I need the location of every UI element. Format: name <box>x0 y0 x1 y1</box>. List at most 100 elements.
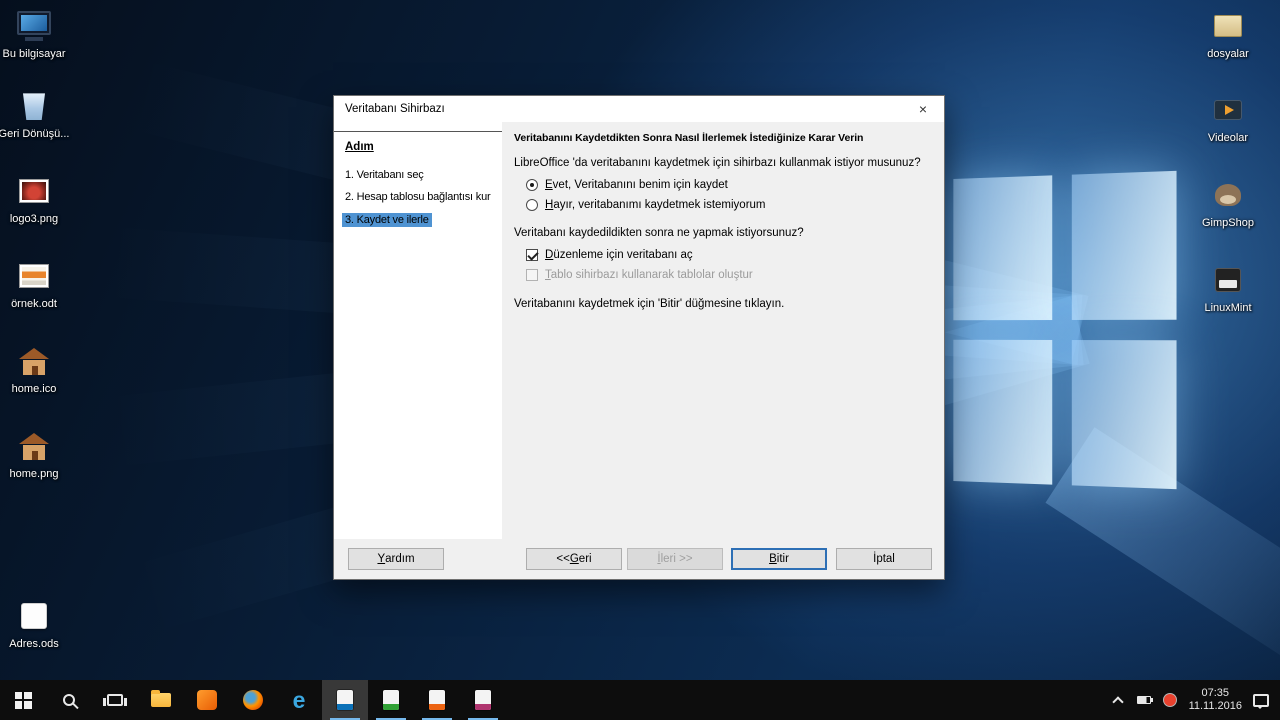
desktop-icon-home-ico[interactable]: home.ico <box>0 343 70 396</box>
desktop-icon-label: Geri Dönüşü... <box>0 128 70 140</box>
steps-header: Adım <box>345 141 374 153</box>
file-explorer-button[interactable] <box>138 680 184 720</box>
task-view-icon <box>103 694 127 706</box>
radio-button[interactable] <box>526 199 538 211</box>
windows-logo-pane <box>953 339 1053 485</box>
checkbox-open-for-editing[interactable]: Düzenleme için veritabanı aç <box>526 249 932 261</box>
next-button-disabled[interactable]: İleri >> <box>627 548 723 570</box>
checkbox-label: Tablo sihirbazı kullanarak tablolar oluş… <box>545 269 753 281</box>
radio-button-selected[interactable] <box>526 179 538 191</box>
task-view-button[interactable] <box>92 680 138 720</box>
finish-button[interactable]: Bitir <box>731 548 827 570</box>
windows-logo-pane <box>1071 340 1177 490</box>
desktop-icon-label: GimpShop <box>1202 217 1254 229</box>
dialog-body: Adım 1. Veritabanı seç 2. Hesap tablosu … <box>334 122 944 539</box>
clock-time: 07:35 <box>1201 687 1230 699</box>
desktop-icon-label: home.png <box>9 468 59 480</box>
taskbar: e 07:35 11.11.2016 <box>0 680 1280 720</box>
radio-register-yes[interactable]: Evet, Veritabanını benim için kaydet <box>526 179 932 191</box>
desktop-icon-adres-ods[interactable]: Adres.ods <box>0 598 70 651</box>
desktop-icon-gimpshop[interactable]: GimpShop <box>1192 177 1264 230</box>
desktop-icon-label: Bu bilgisayar <box>2 48 66 60</box>
libreoffice-calc-button[interactable] <box>368 680 414 720</box>
libreoffice-writer-button-active[interactable] <box>322 680 368 720</box>
desktop-icon-logo3-png[interactable]: logo3.png <box>0 173 70 226</box>
wizard-step-2[interactable]: 2. Hesap tablosu bağlantısı kur <box>345 191 502 203</box>
desktop-icon-label: Videolar <box>1207 132 1249 144</box>
desktop-icon-home-png[interactable]: home.png <box>0 428 70 481</box>
dialog-titlebar[interactable]: Veritabanı Sihirbazı × <box>334 96 944 122</box>
folder-icon <box>151 690 171 707</box>
page-title: Veritabanını Kaydetdikten Sonra Nasıl İl… <box>514 132 864 144</box>
screen: Bu bilgisayar Geri Dönüşü... logo3.png ö… <box>0 0 1280 720</box>
wizard-steps-panel: Adım 1. Veritabanı seç 2. Hesap tablosu … <box>334 122 502 539</box>
house-icon <box>19 343 49 379</box>
edge-icon: e <box>292 686 306 713</box>
image-file-icon <box>19 173 49 209</box>
videos-icon <box>1214 92 1242 128</box>
action-center-icon <box>1253 693 1269 709</box>
desktop-icon-videolar[interactable]: Videolar <box>1192 92 1264 145</box>
battery-icon <box>1136 696 1153 704</box>
radio-label: Hayır, veritabanımı kaydetmek istemiyoru… <box>545 199 766 211</box>
cancel-button[interactable]: İptal <box>836 548 932 570</box>
radio-register-no[interactable]: Hayır, veritabanımı kaydetmek istemiyoru… <box>526 199 932 211</box>
desktop-icon-ornek-odt[interactable]: örnek.odt <box>0 258 70 311</box>
computer-icon <box>17 8 51 44</box>
chevron-up-icon <box>1111 695 1124 708</box>
wizard-step-1[interactable]: 1. Veritabanı seç <box>345 169 502 181</box>
action-center-button[interactable] <box>1248 680 1274 720</box>
close-icon[interactable]: × <box>902 96 944 122</box>
firefox-icon <box>243 690 263 710</box>
windows-logo <box>953 170 1177 490</box>
start-button[interactable] <box>0 680 46 720</box>
recording-indicator-button[interactable] <box>1157 680 1183 720</box>
dialog-title: Veritabanı Sihirbazı <box>345 103 445 115</box>
pinned-app-button[interactable] <box>184 680 230 720</box>
house-icon <box>19 428 49 464</box>
register-question: LibreOffice 'da veritabanını kaydetmek i… <box>514 157 921 169</box>
desktop-icon-this-pc[interactable]: Bu bilgisayar <box>0 8 70 61</box>
libreoffice-draw-icon <box>475 690 491 710</box>
windows-start-icon <box>14 691 32 709</box>
desktop-icon-recycle-bin[interactable]: Geri Dönüşü... <box>0 88 70 141</box>
recycle-bin-icon <box>23 88 45 124</box>
desktop-icon-label: Adres.ods <box>9 638 59 650</box>
search-button[interactable] <box>46 680 92 720</box>
files-icon <box>1214 8 1242 44</box>
desktop-icon-label: home.ico <box>11 383 57 395</box>
libreoffice-writer-icon <box>337 690 353 710</box>
finish-instruction: Veritabanını kaydetmek için 'Bitir' düğm… <box>514 298 785 310</box>
edge-button[interactable]: e <box>276 680 322 720</box>
search-icon <box>63 694 75 706</box>
steps-panel-divider <box>334 131 502 132</box>
back-button[interactable]: << Geri <box>526 548 622 570</box>
desktop-icon-label: LinuxMint <box>1204 302 1252 314</box>
libreoffice-draw-button[interactable] <box>460 680 506 720</box>
checkbox-create-tables-disabled: Tablo sihirbazı kullanarak tablolar oluş… <box>526 269 932 281</box>
desktop-icon-label: dosyalar <box>1207 48 1249 60</box>
libreoffice-impress-button[interactable] <box>414 680 460 720</box>
tray-chevron-button[interactable] <box>1105 680 1131 720</box>
wizard-step-3-selected[interactable]: 3. Kaydet ve ilerle <box>342 213 432 227</box>
libreoffice-impress-icon <box>429 690 445 710</box>
wizard-main-panel: Veritabanını Kaydetdikten Sonra Nasıl İl… <box>502 122 944 539</box>
battery-button[interactable] <box>1131 680 1157 720</box>
help-button[interactable]: Yardım <box>348 548 444 570</box>
firefox-button[interactable] <box>230 680 276 720</box>
desktop-icon-linuxmint[interactable]: LinuxMint <box>1192 262 1264 315</box>
after-save-question: Veritabanı kaydedildikten sonra ne yapma… <box>514 227 804 239</box>
spreadsheet-file-icon <box>21 598 47 634</box>
desktop-icon-label: logo3.png <box>9 213 59 225</box>
desktop-icon-dosyalar[interactable]: dosyalar <box>1192 8 1264 61</box>
dialog-button-row: Yardım << Geri İleri >> Bitir İptal <box>334 539 944 579</box>
database-wizard-dialog: Veritabanı Sihirbazı × Adım 1. Veritaban… <box>333 95 945 580</box>
checkbox-label: Düzenleme için veritabanı aç <box>545 249 693 261</box>
windows-logo-pane <box>1071 170 1177 320</box>
checkbox-checked[interactable] <box>526 249 538 261</box>
orange-app-icon <box>197 690 217 710</box>
linuxmint-icon <box>1215 262 1241 298</box>
checkbox-unchecked <box>526 269 538 281</box>
libreoffice-calc-icon <box>383 690 399 710</box>
taskbar-clock[interactable]: 07:35 11.11.2016 <box>1183 687 1248 713</box>
